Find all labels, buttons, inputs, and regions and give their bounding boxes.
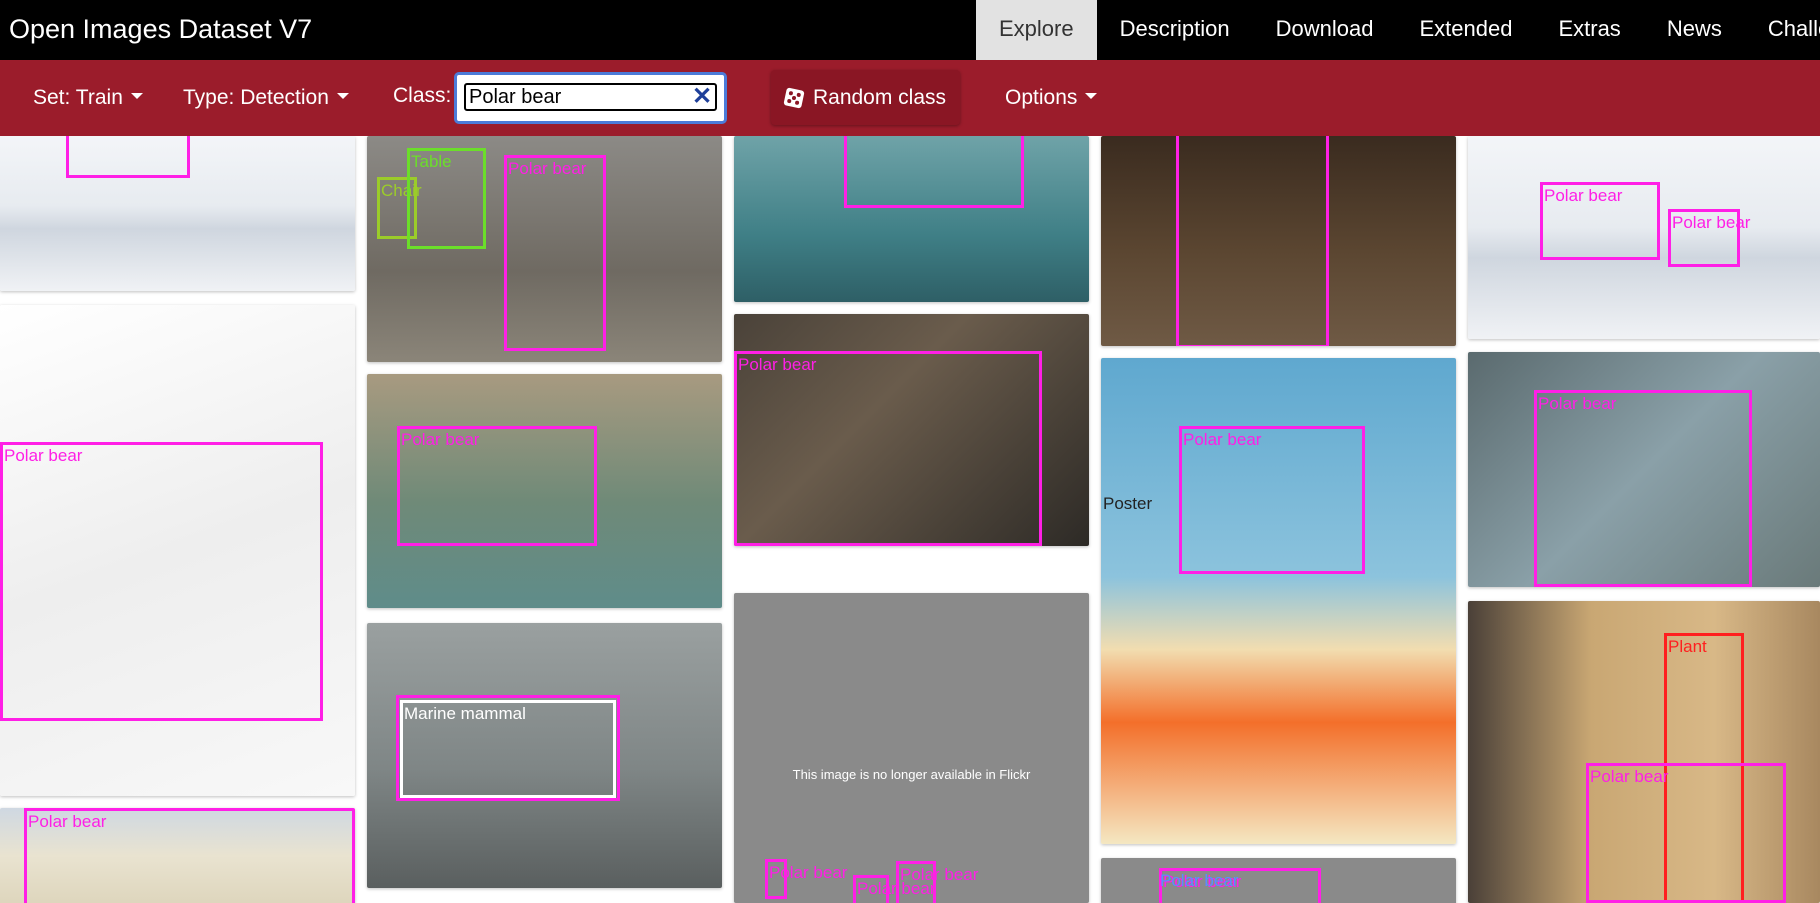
options-dropdown-label: Options <box>1005 86 1078 109</box>
set-dropdown-label: Set: Train <box>33 86 123 109</box>
image-tile[interactable]: Polar bear <box>0 305 355 796</box>
nav-explore[interactable]: Explore <box>976 0 1097 60</box>
bbox-polar-bear: Polar bear <box>896 861 978 903</box>
image-tile[interactable]: Marine mammal <box>367 623 722 888</box>
image-tile[interactable]: Polar bear <box>367 374 722 608</box>
image-tile-unavailable[interactable]: This image is no longer available in Fli… <box>734 593 1089 903</box>
bbox-label: Polar bear <box>900 865 979 884</box>
image-tile[interactable] <box>734 136 1089 302</box>
bbox-label: Polar bear <box>738 355 817 374</box>
image-tile[interactable]: Polar bear Polar bear <box>1101 858 1456 903</box>
bbox-polar-bear <box>1176 136 1329 346</box>
image-tile[interactable]: Plant Polar bear <box>1468 601 1820 903</box>
bbox-label: Plant <box>1668 637 1707 656</box>
nav-extended[interactable]: Extended <box>1396 0 1535 60</box>
bbox-secondary: Polar bear <box>1159 870 1249 890</box>
bbox-label: Polar bear <box>1183 430 1262 449</box>
top-navbar: Open Images Dataset V7 Explore Descripti… <box>0 0 1820 60</box>
main-nav: Explore Description Download Extended Ex… <box>976 0 1820 60</box>
options-dropdown[interactable]: Options <box>1005 86 1098 110</box>
image-tile[interactable]: Polar bear <box>1101 358 1456 844</box>
image-tile[interactable]: Chair Table Polar bear <box>367 136 722 362</box>
caret-down-icon <box>1085 93 1098 100</box>
nav-description[interactable]: Description <box>1097 0 1253 60</box>
image-tile[interactable]: Polar bear <box>734 314 1089 546</box>
bbox-polar-bear: Polar bear <box>24 808 355 903</box>
bbox-label: Polar bear <box>4 446 83 465</box>
bbox-polar-bear: Polar bear <box>1540 182 1660 260</box>
bbox-polar-bear: Polar bear <box>853 875 935 903</box>
type-dropdown-label: Type: Detection <box>183 86 329 109</box>
bbox-polar-bear: Polar bear <box>0 442 323 721</box>
unavailable-message: This image is no longer available in Fli… <box>792 767 1031 782</box>
bbox-polar-bear: Polar bear <box>1179 426 1365 574</box>
caret-down-icon <box>130 93 143 100</box>
bbox-label: Polar bear <box>1544 186 1623 205</box>
bbox-polar-bear: Polar bear <box>397 426 597 546</box>
bbox-label: Polar bear <box>508 159 587 178</box>
image-tile[interactable]: Polar bear <box>1468 352 1820 587</box>
clear-icon[interactable]: ✕ <box>691 85 713 109</box>
class-label: Class: <box>393 84 452 107</box>
bbox-label: Polar bear <box>1590 767 1669 786</box>
bbox-polar-bear <box>66 136 190 178</box>
bbox-label: Polar bear <box>1160 871 1239 890</box>
bbox-polar-bear: Polar bear <box>734 351 1042 546</box>
bbox-label: Marine mammal <box>404 704 526 723</box>
image-gallery: Polar bear Polar bear Chair Table Polar … <box>0 136 1820 903</box>
dice-icon <box>783 86 805 109</box>
bbox-polar-bear: Polar bear <box>1534 390 1752 587</box>
bbox-polar-bear: Polar bear <box>1586 763 1786 903</box>
image-tile[interactable]: Polar bear <box>0 808 355 903</box>
nav-download[interactable]: Download <box>1253 0 1397 60</box>
random-class-button[interactable]: Random class <box>771 70 960 125</box>
caret-down-icon <box>336 93 349 100</box>
bbox-polar-bear: Polar bear <box>765 859 847 899</box>
random-class-label: Random class <box>812 85 947 109</box>
bbox-label: Polar bear <box>769 863 848 882</box>
bbox-table: Table <box>407 148 486 249</box>
bbox-polar-bear: Polar bear <box>504 155 606 351</box>
bbox-polar-bear <box>844 136 1024 208</box>
bbox-label: Polar bear <box>28 812 107 831</box>
bbox-polar-bear: Polar bear <box>1668 209 1750 267</box>
nav-news[interactable]: News <box>1644 0 1745 60</box>
brand-title[interactable]: Open Images Dataset V7 <box>9 14 312 45</box>
image-tile[interactable] <box>1101 136 1456 346</box>
bbox-label: Polar bear <box>401 430 480 449</box>
bbox-label: Table <box>411 152 452 171</box>
class-selector: ✕ <box>454 72 727 124</box>
nav-challenge[interactable]: Challenge <box>1745 0 1820 60</box>
bbox-label: Polar bear <box>1538 394 1617 413</box>
image-tile[interactable]: Polar bear Polar bear <box>1468 136 1820 339</box>
bbox-marine-mammal: Marine mammal <box>400 700 616 798</box>
set-dropdown[interactable]: Set: Train <box>33 86 143 110</box>
type-dropdown[interactable]: Type: Detection <box>183 86 349 110</box>
filter-bar: Set: Train Type: Detection Class: ✕ Rand… <box>0 60 1820 136</box>
nav-extras[interactable]: Extras <box>1535 0 1643 60</box>
poster-label: Poster <box>1103 494 1153 513</box>
bbox-label: Polar bear <box>1672 213 1751 232</box>
image-tile[interactable] <box>0 136 355 291</box>
class-input[interactable] <box>464 83 717 111</box>
